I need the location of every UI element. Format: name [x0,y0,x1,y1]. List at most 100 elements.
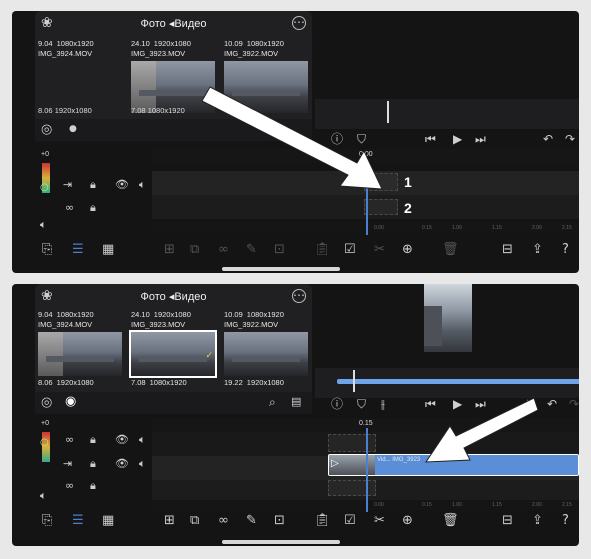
level-circle-icon[interactable]: ○ [40,438,49,448]
trash-icon[interactable]: 🗑︎ [442,243,459,256]
eye-icon[interactable]: 👁︎ [115,458,129,469]
video-preview[interactable] [424,284,472,352]
import-icon[interactable]: ⎘ [42,243,52,256]
share-icon[interactable]: ⇪ [532,514,543,527]
eye-icon[interactable]: 👁︎ [115,434,129,445]
clip-progress-bar [337,379,579,384]
home-indicator [222,267,340,271]
speaker-icon[interactable]: 🔈︎ [40,219,47,230]
clip-placeholder [328,480,376,496]
redo-icon[interactable]: ↷ [565,133,575,145]
frame-icon[interactable]: ⊡ [274,514,285,527]
ruler-tick: 0.00 [374,225,384,231]
ruler-tick: 0.15 [422,225,432,231]
link-icon[interactable]: ∞ [65,480,74,491]
undo-icon[interactable]: ↶ [547,398,557,410]
trash-icon[interactable]: 🗑︎ [442,514,459,527]
transition-icon[interactable]: ⧉ [190,514,199,527]
lock-icon[interactable]: 🔒︎ [90,434,96,445]
level-circle-icon[interactable]: ○ [40,183,49,193]
more-options-icon[interactable]: ⋯ [292,289,306,303]
grid-icon[interactable]: ▦ [102,243,114,256]
lock-icon[interactable]: 🔒︎ [90,458,96,469]
record-icon[interactable]: ● [69,125,77,134]
tile-duration: 7.08 [131,378,146,387]
add-clip-icon[interactable]: ⊞ [164,514,175,527]
link-icon[interactable]: ∞ [218,243,229,256]
more-options-icon[interactable]: ⋯ [292,16,306,30]
insert-arrow-icon[interactable]: ⇥ [63,179,72,190]
checkbox-icon[interactable]: ☑ [344,514,356,527]
tracks-list-icon[interactable]: ☰ [72,243,84,256]
tile-filename: IMG_3922.MOV [224,49,279,58]
scissors-icon[interactable]: ✂ [374,514,385,527]
video-thumbnail[interactable] [224,332,308,376]
video-thumbnail[interactable] [38,332,122,376]
redo-icon[interactable]: ↷ [569,398,579,410]
help-icon[interactable]: ? [562,514,569,527]
select-checkmark-circle-icon[interactable]: ◎ [41,123,52,136]
insert-arrow-icon[interactable]: ⇥ [63,458,72,469]
link-icon[interactable]: ∞ [65,434,74,445]
media-tile-selected[interactable]: 24.10 1920x1080 IMG_3923.MOV ✓ 7.08 1080x1… [129,310,217,388]
transition-icon[interactable]: ⧉ [190,243,199,256]
plus-circle-icon[interactable]: ⊕ [402,514,413,527]
tile-duration: 8.06 [38,378,53,387]
layout-icon[interactable]: ⊟ [502,243,513,256]
skip-forward-icon[interactable]: ⏭ [475,133,486,145]
media-tile[interactable]: 10.09 1080x1920 IMG_3922.MOV 19.22 1920x10… [224,310,308,388]
speaker-icon[interactable]: 🔈︎ [139,434,146,445]
link-icon[interactable]: ∞ [218,514,229,527]
split-marker-icon[interactable]: ⫲ [381,398,385,410]
media-tile[interactable]: 9.04 1080x1920 IMG_3924.MOV 8.06 1920x1080 [38,310,122,388]
checkbox-icon[interactable]: ☑ [344,243,356,256]
lock-icon[interactable]: 🔒︎ [90,179,96,190]
ruler-tick: 2.00 [532,225,542,231]
frame-icon[interactable]: ⊡ [274,243,285,256]
tracks-list-icon[interactable]: ☰ [72,514,84,527]
bottom-toolbar: ⎘ ☰ ▦ ⊞ ⧉ ∞ ✎ ⊡ 📋︎ ☑ ✂ ⊕ 🗑︎ ⊟ ⇪ ? [12,508,579,536]
speaker-icon[interactable]: 🔈︎ [139,179,146,190]
add-clip-icon[interactable]: ⊞ [164,243,175,256]
search-icon[interactable]: ⌕ [269,396,276,408]
media-browser-title[interactable]: Фото ◂Видео [35,17,312,30]
scissors-icon[interactable]: ✂ [374,243,385,256]
tile-duration: 9.04 [38,310,53,319]
pencil-icon[interactable]: ✎ [246,514,257,527]
media-browser: ❀ Фото ◂Видео ⋯ 9.04 1080x1920 IMG_3924.M… [35,284,312,414]
skip-back-icon[interactable]: ⏮ [425,133,436,145]
grid-icon[interactable]: ▦ [102,514,114,527]
tile-duration: 8.06 [38,106,53,115]
lock-icon[interactable]: 🔒︎ [90,202,96,213]
clipboard-icon[interactable]: 📋︎ [314,243,331,256]
import-icon[interactable]: ⎘ [42,514,52,527]
layout-icon[interactable]: ⊟ [502,514,513,527]
lock-icon[interactable]: 🔒︎ [90,480,96,491]
record-icon[interactable]: ◉ [65,395,76,408]
media-browser-title[interactable]: Фото ◂Видео [35,290,312,303]
tile-meta-row: 7.08 1080x1920 [131,106,185,115]
timeline-time: 0.15 [359,420,373,427]
eye-icon[interactable]: 👁︎ [115,179,129,190]
track-level-label: +0 [41,151,49,158]
share-icon[interactable]: ⇪ [532,243,543,256]
track-controls: +0 ○ ∞ 🔒︎ 👁︎ 🔈︎ ⇥ 🔒︎ 👁︎ 🔈︎ ∞ 🔒︎ 🔈︎ [35,418,152,518]
pencil-icon[interactable]: ✎ [246,243,257,256]
speaker-icon[interactable]: 🔈︎ [139,458,146,469]
undo-icon[interactable]: ↶ [543,133,553,145]
plus-circle-icon[interactable]: ⊕ [402,243,413,256]
play-icon[interactable]: ▶ [453,133,462,145]
select-checkmark-circle-icon[interactable]: ◎ [41,396,52,409]
video-thumbnail[interactable]: ✓ [129,330,217,378]
clipboard-icon[interactable]: 📋︎ [314,514,331,527]
link-icon[interactable]: ∞ [65,202,74,213]
playhead[interactable] [366,428,368,512]
ruler-tick: 2.15 [562,225,572,231]
help-icon[interactable]: ? [562,243,569,256]
tile-resolution: 1080x1920 [149,378,187,387]
media-tile[interactable]: 9.04 1080x1920 IMG_3924.MOV [38,39,122,59]
speaker-icon[interactable]: 🔈︎ [40,490,47,501]
info-icon[interactable]: ⓘ [331,398,343,410]
filter-icon[interactable]: ▤ [291,396,301,407]
shield-icon[interactable]: ⛉ [357,398,366,410]
